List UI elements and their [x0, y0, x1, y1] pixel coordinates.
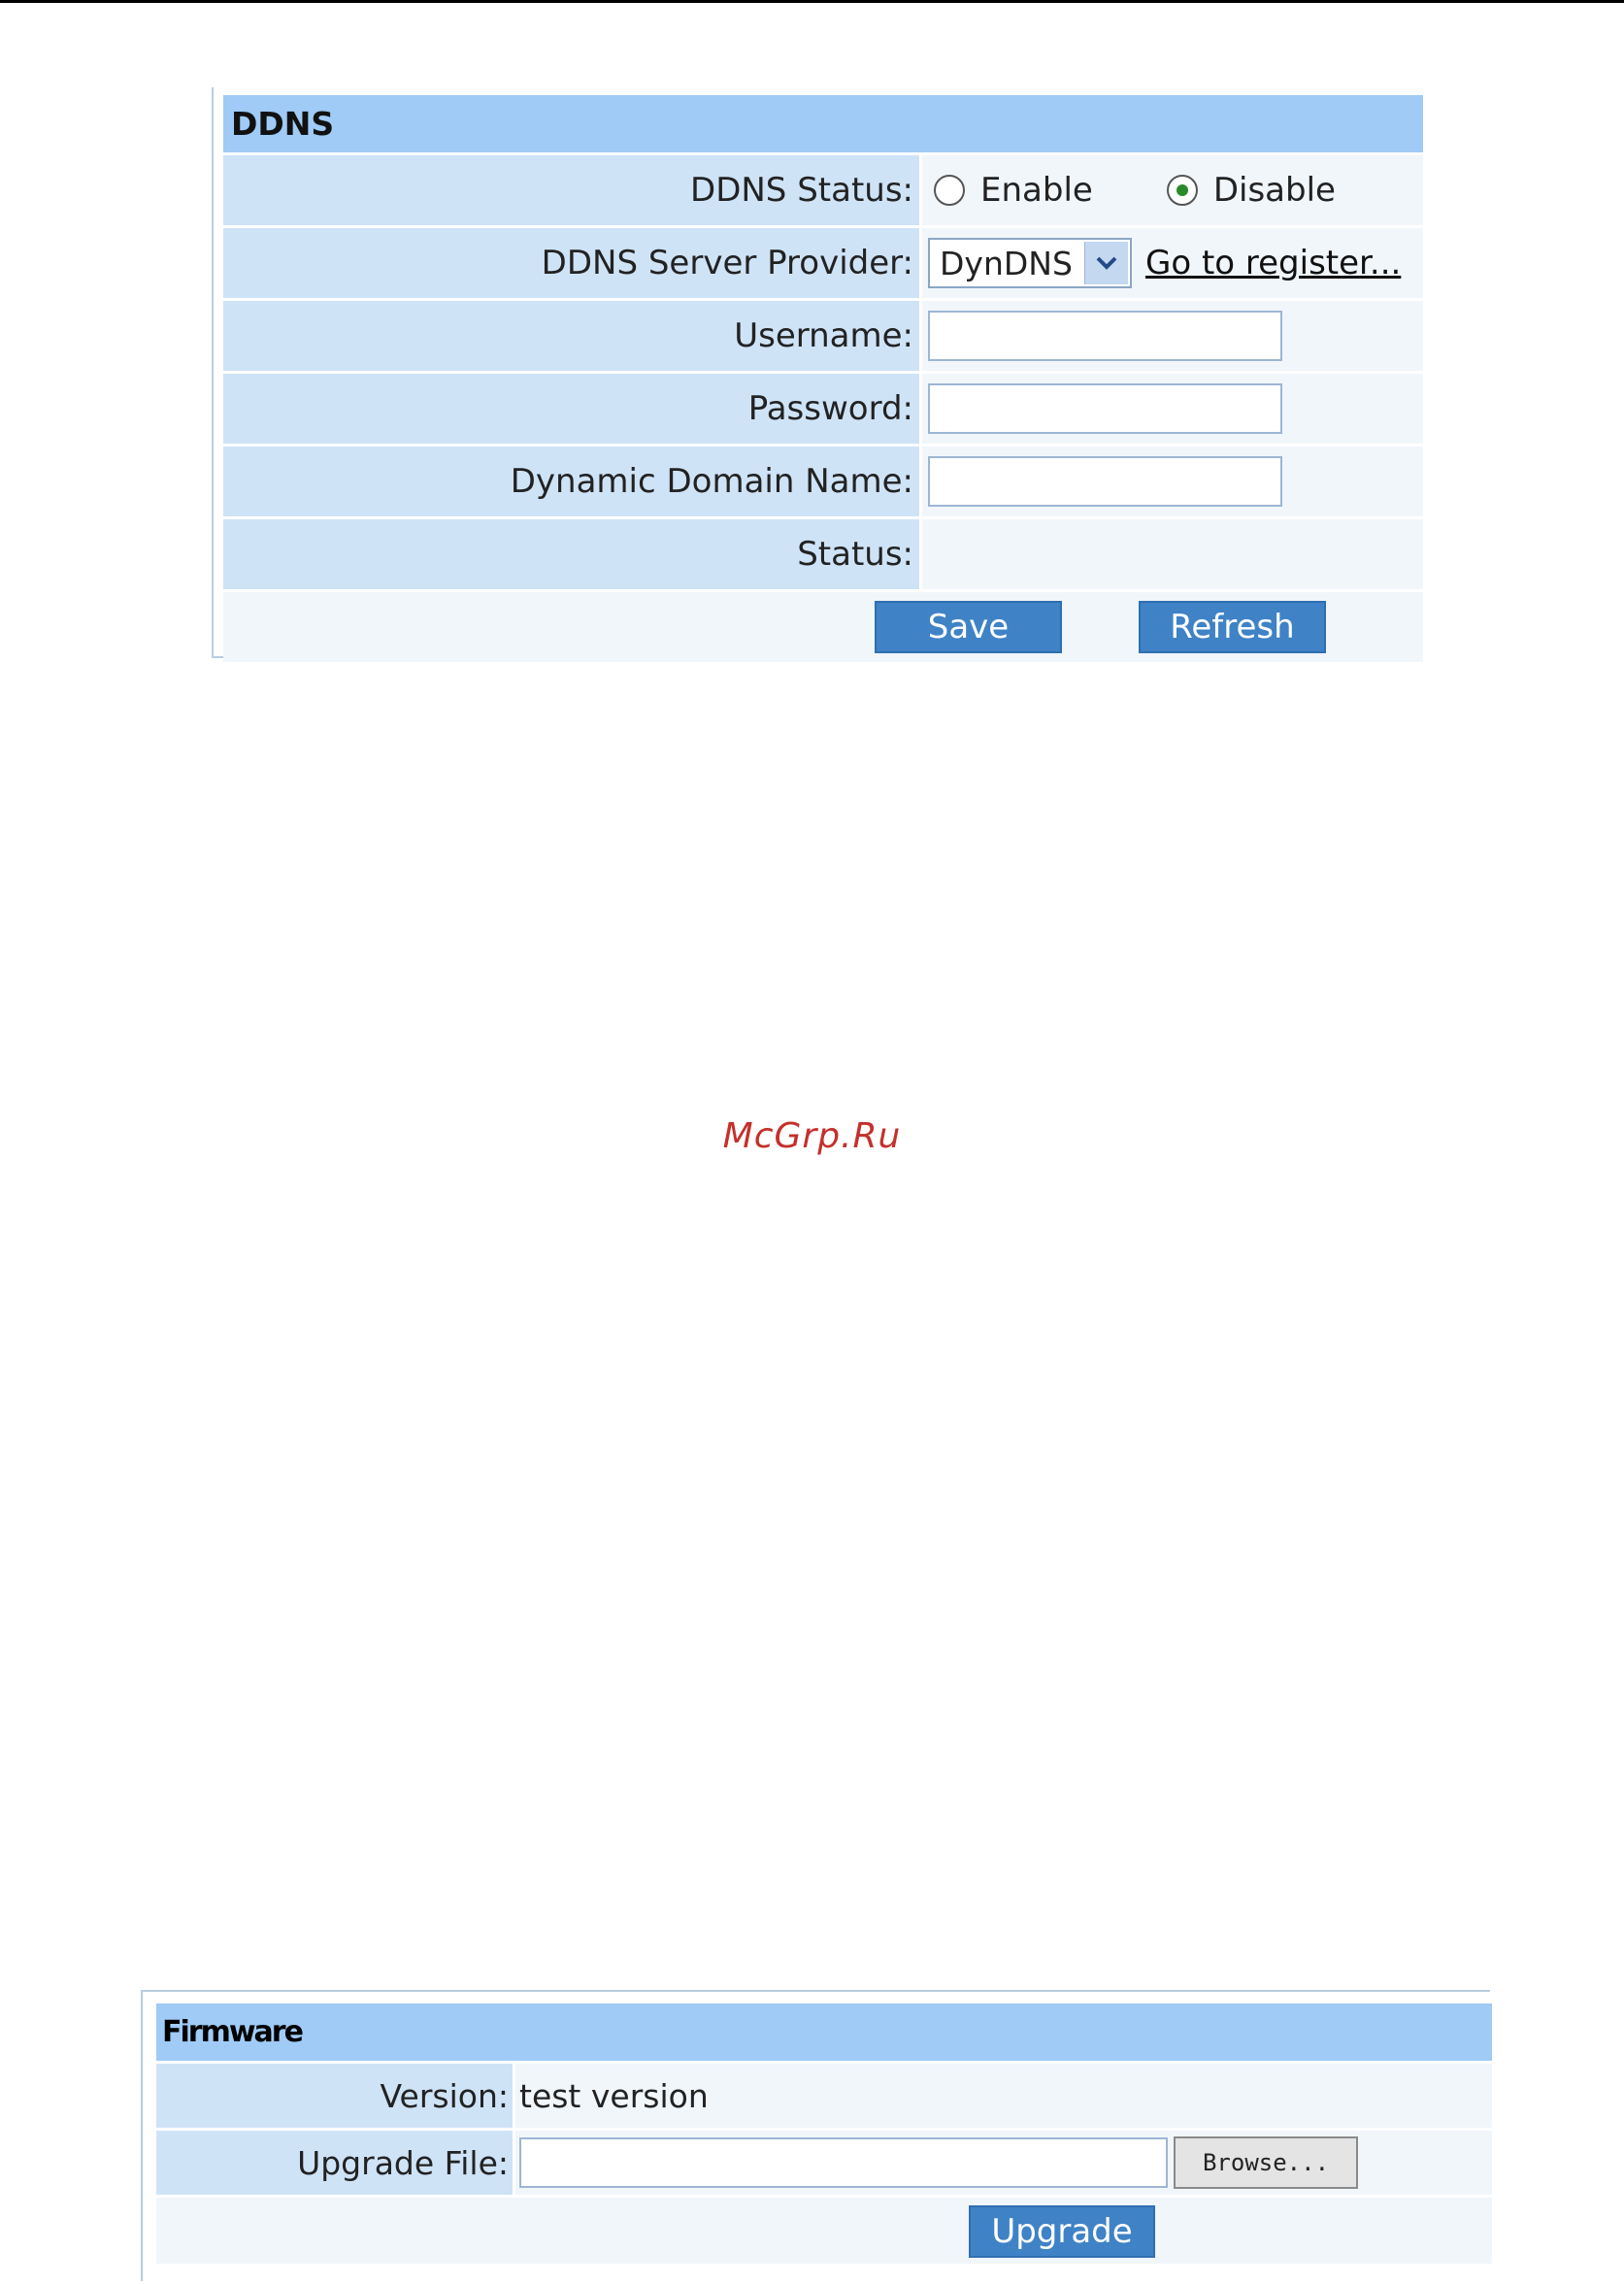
- browse-button[interactable]: Browse...: [1174, 2136, 1358, 2189]
- enable-radio[interactable]: [934, 175, 965, 206]
- ddns-button-row: Save Refresh: [223, 592, 1423, 662]
- chevron-down-icon[interactable]: [1084, 242, 1128, 284]
- username-cell: [922, 301, 1423, 371]
- enable-radio-label[interactable]: Enable: [980, 171, 1093, 210]
- ddns-panel-title: DDNS: [223, 95, 1423, 155]
- status-text-label: Status:: [223, 519, 922, 589]
- domain-cell: [922, 447, 1423, 516]
- firmware-version-row: Version: test version: [156, 2064, 1492, 2131]
- save-button[interactable]: Save: [875, 601, 1062, 653]
- disable-radio[interactable]: [1166, 175, 1198, 206]
- username-label: Username:: [223, 301, 922, 371]
- password-label: Password:: [223, 374, 922, 444]
- disable-radio-label[interactable]: Disable: [1213, 171, 1336, 210]
- ddns-provider-row: DDNS Server Provider: DynDNS Go to regis…: [223, 228, 1423, 301]
- firmware-button-row: Upgrade: [156, 2198, 1492, 2264]
- ddns-provider-label: DDNS Server Provider:: [223, 228, 922, 298]
- status-text-value: [922, 519, 1423, 589]
- username-input[interactable]: [928, 311, 1282, 361]
- firmware-upgrade-file-row: Upgrade File: Browse...: [156, 2131, 1492, 2198]
- upgrade-button[interactable]: Upgrade: [969, 2205, 1155, 2258]
- register-link[interactable]: Go to register...: [1145, 244, 1401, 282]
- ddns-form: DDNS DDNS Status: Enable Disable DDNS Se…: [223, 95, 1423, 662]
- ddns-provider-value: DynDNS Go to register...: [922, 228, 1423, 298]
- watermark-text: McGrp.Ru: [722, 1116, 902, 1156]
- radio-selected-dot: [1176, 184, 1188, 196]
- page-top-rule: [0, 0, 1624, 3]
- ddns-status-row: DDNS Status: Enable Disable: [223, 155, 1423, 228]
- refresh-button[interactable]: Refresh: [1139, 601, 1326, 653]
- upgrade-file-label: Upgrade File:: [156, 2131, 515, 2195]
- ddns-username-row: Username:: [223, 301, 1423, 374]
- firmware-panel-title: Firmware: [156, 2003, 1492, 2064]
- domain-input[interactable]: [928, 456, 1282, 507]
- provider-select[interactable]: DynDNS: [928, 238, 1132, 288]
- upgrade-file-cell: Browse...: [515, 2131, 1492, 2195]
- domain-label: Dynamic Domain Name:: [223, 447, 922, 516]
- ddns-domain-row: Dynamic Domain Name:: [223, 447, 1423, 519]
- password-cell: [922, 374, 1423, 444]
- upgrade-file-input[interactable]: [519, 2137, 1168, 2188]
- firmware-panel: Firmware Version: test version Upgrade F…: [141, 1990, 1492, 2281]
- password-input[interactable]: [928, 383, 1282, 434]
- version-value: test version: [515, 2064, 1492, 2128]
- firmware-form: Firmware Version: test version Upgrade F…: [156, 2003, 1492, 2264]
- ddns-panel: DDNS DDNS Status: Enable Disable DDNS Se…: [212, 87, 1423, 662]
- ddns-status-text-row: Status:: [223, 519, 1423, 592]
- version-label: Version:: [156, 2064, 515, 2128]
- ddns-password-row: Password:: [223, 374, 1423, 447]
- provider-select-value: DynDNS: [940, 244, 1073, 282]
- ddns-status-label: DDNS Status:: [223, 155, 922, 225]
- ddns-status-options: Enable Disable: [922, 155, 1423, 225]
